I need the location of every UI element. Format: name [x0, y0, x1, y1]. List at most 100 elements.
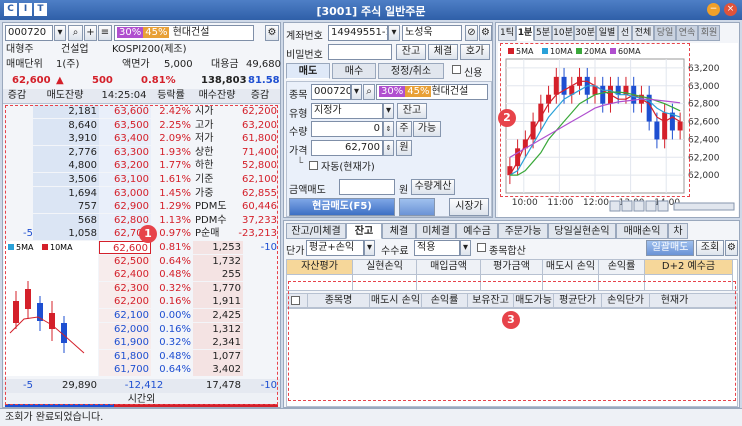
- summary-header: 매입금액: [417, 260, 481, 275]
- zoom-out-icon[interactable]: [621, 200, 633, 212]
- search-icon[interactable]: ⌕: [68, 25, 83, 41]
- balance-tab[interactable]: 매매손익: [616, 223, 668, 239]
- balance-tab[interactable]: 차: [668, 223, 688, 239]
- balance-tab[interactable]: 주문가능: [498, 223, 548, 239]
- merge-checkbox[interactable]: [477, 243, 486, 252]
- scroll-left-icon[interactable]: [609, 200, 621, 212]
- form-balance-button[interactable]: 잔고: [397, 103, 427, 119]
- type-dropdown-icon[interactable]: ▾: [383, 103, 394, 119]
- fee-select[interactable]: 적용: [414, 240, 460, 256]
- order-code-dropdown-icon[interactable]: ▾: [351, 84, 362, 100]
- chart-tab[interactable]: 당일: [654, 25, 676, 41]
- market-price-button[interactable]: 시장가: [449, 198, 489, 216]
- fit-icon[interactable]: [645, 200, 657, 212]
- chart-tab[interactable]: 일별: [596, 25, 618, 41]
- settings-icon[interactable]: ⚙: [265, 25, 279, 41]
- quotes-button[interactable]: 호가: [460, 44, 490, 60]
- qty-input[interactable]: 0: [311, 121, 383, 137]
- price-row: 62,600 ▲ 500 0.81% 138,803 81.58: [6, 74, 283, 88]
- loan-label: 대용금: [211, 59, 239, 70]
- chart-tab[interactable]: 5분: [534, 25, 552, 41]
- type-label: 유형: [289, 109, 308, 120]
- size-class: 대형주: [6, 44, 34, 55]
- stock-name-field[interactable]: 30% 45% 현대건설: [114, 25, 254, 41]
- left-stock-bar: 000720 ▾ ⌕ + ≡ 30% 45% 현대건설 ⚙: [5, 25, 279, 41]
- order-code-input[interactable]: 000720: [311, 84, 351, 100]
- region-2-outline: [500, 43, 690, 197]
- settings-icon[interactable]: ⚙: [479, 25, 492, 41]
- order-search-icon[interactable]: ⌕: [363, 84, 375, 100]
- stock-code-input[interactable]: 000720: [5, 25, 53, 41]
- info-row-2: 매매단위 1(주) 액면가 5,000 대용금 49,680: [6, 58, 283, 72]
- amount-label: 금액매도: [289, 185, 326, 196]
- price-stepper-icon[interactable]: ⇕: [383, 140, 394, 156]
- tab-modify-cancel[interactable]: 정정/취소: [378, 63, 444, 79]
- chart-tab[interactable]: 1분: [516, 25, 534, 41]
- price-input[interactable]: 62,700: [311, 140, 383, 156]
- blank-button[interactable]: [399, 198, 435, 216]
- unit-value: 1(주): [56, 59, 80, 70]
- balance-tab[interactable]: 체결: [382, 223, 416, 239]
- avg-dropdown-icon[interactable]: ▾: [364, 240, 375, 256]
- close-icon[interactable]: ×: [724, 3, 737, 16]
- cash-sell-button[interactable]: 현금매도(F5): [289, 198, 395, 216]
- margin-tag-30: 30%: [117, 27, 144, 38]
- x-tick-label: 12:00: [583, 198, 609, 208]
- lock-icon[interactable]: ⊘: [465, 25, 478, 41]
- chart-tab[interactable]: 1틱: [498, 25, 516, 41]
- auto-price-checkbox[interactable]: [309, 161, 318, 170]
- credit-checkbox[interactable]: [452, 65, 461, 74]
- account-dropdown-icon[interactable]: ▾: [388, 25, 400, 41]
- query-button[interactable]: 조회: [696, 240, 724, 256]
- amount-input[interactable]: [339, 179, 395, 195]
- order-type-select[interactable]: 지정가: [311, 103, 383, 119]
- chart-panel: 1틱 1분 5분 10분 30분 일별 선 전체 당일 연속 회원 63,200 63,000 62,8…: [495, 22, 740, 218]
- bulk-sell-button[interactable]: 일괄매도: [646, 240, 694, 256]
- balance-tab[interactable]: 잔고: [346, 223, 382, 239]
- balance-tab[interactable]: 당일실현손익: [548, 223, 616, 239]
- par-label: 액면가: [122, 59, 150, 70]
- summary-header: 매도시 손익: [543, 260, 599, 275]
- fee-dropdown-icon[interactable]: ▾: [460, 240, 471, 256]
- zoom-in-icon[interactable]: [633, 200, 645, 212]
- x-tick-label: 11:00: [547, 198, 573, 208]
- avg-price-select[interactable]: 평균+손익: [306, 240, 364, 256]
- chart-tab[interactable]: 30분: [574, 25, 596, 41]
- qty-unit: 주: [396, 121, 412, 137]
- fills-button[interactable]: 체결: [428, 44, 458, 60]
- menu-icon[interactable]: ≡: [98, 25, 112, 41]
- region-badge: 2: [498, 109, 516, 127]
- volume-ratio: 81.58: [248, 75, 280, 86]
- settings-icon[interactable]: ⚙: [725, 240, 738, 256]
- region-badge: 3: [502, 311, 520, 329]
- industry: 건설업: [61, 44, 89, 55]
- chart-tab[interactable]: 연속: [676, 25, 698, 41]
- qty-stepper-icon[interactable]: ⇕: [383, 121, 394, 137]
- password-input[interactable]: [328, 44, 392, 60]
- chart-tab[interactable]: 회원: [698, 25, 720, 41]
- tab-sell[interactable]: 매도: [286, 63, 330, 79]
- chart-scrollbar[interactable]: [673, 202, 735, 211]
- code-dropdown-icon[interactable]: ▾: [54, 25, 66, 41]
- balance-tab[interactable]: 잔고/미체결: [286, 223, 346, 239]
- account-select[interactable]: 14949551-11: [328, 25, 388, 41]
- current-price: 62,600: [12, 75, 51, 86]
- auto-price-label: 자동(현재가): [321, 162, 375, 173]
- scroll-right-icon[interactable]: [657, 200, 669, 212]
- balance-tab[interactable]: 예수금: [456, 223, 498, 239]
- add-icon[interactable]: +: [84, 25, 97, 41]
- status-bar: 조회가 완료되었습니다.: [0, 408, 742, 426]
- calc-qty-button[interactable]: 수량계산: [411, 179, 455, 195]
- chart-tab[interactable]: 전체: [632, 25, 654, 41]
- sell-form: 종목 000720 ▾ ⌕ 30% 45% 현대건설 유형 지정가 ▾ 잔고 수량 …: [286, 81, 492, 217]
- chart-tab[interactable]: 10분: [552, 25, 574, 41]
- tab-buy[interactable]: 매수: [332, 63, 376, 79]
- balance-tab[interactable]: 미체결: [416, 223, 456, 239]
- summary-header: 실현손익: [353, 260, 417, 275]
- window-title: [3001] 주식 일반주문: [316, 5, 426, 18]
- chart-tab[interactable]: 선: [618, 25, 632, 41]
- possible-qty-button[interactable]: 가능: [413, 121, 441, 137]
- balance-button[interactable]: 잔고: [396, 44, 426, 60]
- minimize-icon[interactable]: −: [707, 3, 720, 16]
- summary-header: D+2 예수금: [645, 260, 733, 275]
